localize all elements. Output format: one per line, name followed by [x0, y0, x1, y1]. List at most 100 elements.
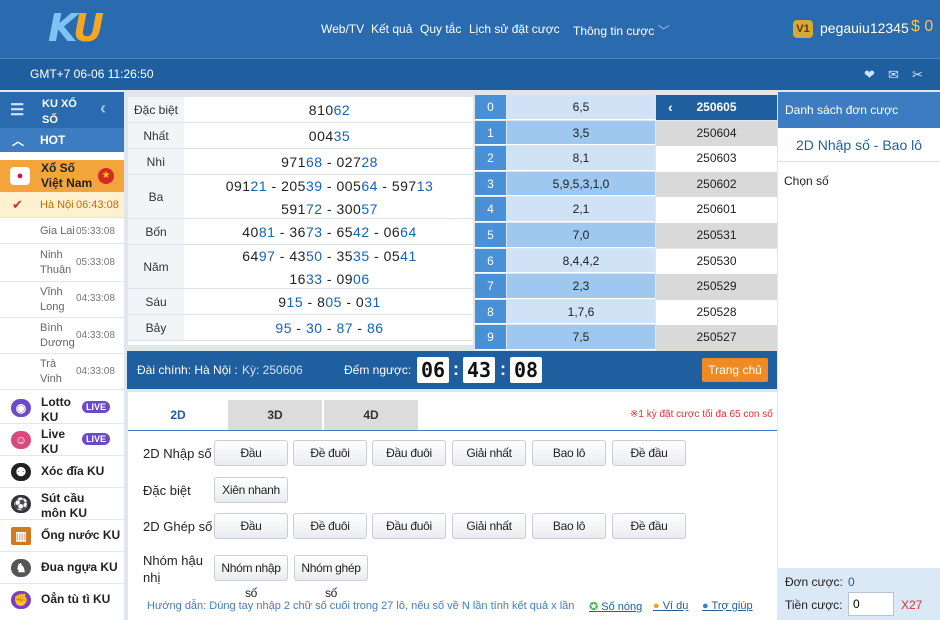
results-table: Đặc biệt 81062 Nhất 00435 Nhì 97168 - 02728 Ba… [128, 97, 473, 345]
game-xoc-dia[interactable]: ⚉ Xóc đĩa KU [0, 456, 124, 488]
home-button[interactable]: Trang chủ [702, 358, 768, 382]
r1_btns-button-0[interactable]: Đầu [214, 440, 288, 466]
favorite-icon[interactable]: ❤ [864, 67, 875, 83]
period-row-5[interactable]: 250531 [656, 223, 777, 249]
game-dua-ngua[interactable]: ♞ Đua ngựa KU [0, 552, 124, 584]
region-ha-noi[interactable]: ✔ Hà Nội 06:43:08 [0, 192, 124, 218]
prize-label: Ba [128, 175, 184, 218]
period-row-7[interactable]: 250529 [656, 274, 777, 300]
ku-logo[interactable]: KU [48, 6, 104, 50]
period-row-3[interactable]: 250602 [656, 171, 777, 198]
bet-slip-header: Danh sách đơn cược [778, 92, 940, 128]
digit-row-8: 8 1,7,6 [475, 299, 655, 325]
help-link[interactable]: ● Trợ giúp [702, 600, 753, 612]
tab-3d[interactable]: 3D [228, 400, 322, 430]
result-row-5: Năm 6497 - 4350 - 3535 - 0541 1633 - 0906 [128, 245, 473, 289]
r1_btns-button-2[interactable]: Đầu đuôi [372, 440, 446, 466]
menu-icon[interactable]: ☰ [10, 100, 24, 120]
nav-ket-qua[interactable]: Kết quả [371, 22, 412, 36]
hot-label: HOT [40, 133, 66, 147]
r1_btns-button-3[interactable]: Giải nhất [452, 440, 526, 466]
nav-lich-su[interactable]: Lịch sử đặt cược [469, 22, 560, 36]
number-head: 65 [336, 224, 354, 240]
hot-section[interactable]: ︿ HOT [0, 128, 124, 152]
tools-icon[interactable]: ✂ [912, 67, 923, 83]
r2_btns-button-0[interactable]: Xiên nhanh [214, 477, 288, 503]
nav-quy-tac[interactable]: Quy tắc [420, 22, 461, 36]
row-label-nhom-hau-nhi: Nhóm hậu nhị [143, 553, 203, 585]
region-tra-vinh[interactable]: Trà Vinh 04:33:08 [0, 354, 124, 390]
period-row-8[interactable]: 250528 [656, 299, 777, 326]
collapse-icon[interactable]: ‹ [100, 98, 106, 119]
r3_btns-button-3[interactable]: Giải nhất [452, 513, 526, 539]
number-head: 16 [289, 271, 306, 287]
bet-amount-input[interactable] [848, 592, 894, 616]
period-row-2[interactable]: 250603 [656, 146, 777, 172]
tab-4d[interactable]: 4D [324, 400, 418, 430]
number-head: 300 [336, 201, 362, 217]
region-name: Vĩnh Long [40, 286, 65, 313]
r1_btns-button-4[interactable]: Bao lô [532, 440, 606, 466]
tab-2d[interactable]: 2D [131, 400, 225, 430]
game-oan-tu-ti[interactable]: ✊ Oẳn tù tì KU [0, 584, 124, 616]
number-tail: 95 [275, 320, 292, 336]
game-live-ku[interactable]: ☺ Live KU LIVE [0, 424, 124, 456]
number-tail: 86 [367, 320, 384, 336]
game-label: Đua ngựa KU [41, 560, 118, 574]
result-row-1: Nhất 00435 [128, 123, 473, 149]
number-tail: 73 [305, 224, 323, 240]
digit-number: 2 [475, 146, 506, 170]
r3_btns-button-1[interactable]: Đề đuôi [293, 513, 367, 539]
digit-values: 2,1 [507, 197, 655, 221]
colon: : [500, 359, 506, 379]
username[interactable]: pegauiu12345 [820, 20, 909, 36]
digit-row-5: 5 7,0 [475, 223, 655, 248]
pick-numbers-label: Chọn số [784, 174, 829, 188]
prize-label: Bảy [128, 315, 184, 340]
region-ninh-thuan[interactable]: Ninh Thuận 05:33:08 [0, 244, 124, 282]
game-lotto-ku[interactable]: ◉ Lotto KU LIVE [0, 392, 124, 424]
r1_btns-button-5[interactable]: Đề đầu [612, 440, 686, 466]
period-row-6[interactable]: 250530 [656, 248, 777, 274]
chevron-left-icon[interactable]: ‹ [668, 95, 673, 120]
bet-limit-note: ※1 kỳ đặt cược tối đa 65 con số [630, 409, 773, 420]
game-sut-cau-mon[interactable]: ⚽ Sút cầu môn KU [0, 488, 124, 520]
r1_btns-button-1[interactable]: Đề đuôi [293, 440, 367, 466]
period-row-4[interactable]: 250601 [656, 197, 777, 223]
number-head: 40 [242, 224, 259, 240]
example-link[interactable]: ● Ví dụ [653, 600, 688, 612]
hot-numbers-link[interactable]: ✪ Số nóng [589, 600, 642, 613]
r4_btns-button-1[interactable]: Nhóm ghép số [294, 555, 368, 600]
number-tail: 81 [258, 224, 276, 240]
soccer-ball-icon: ⚽ [11, 495, 31, 513]
prize-label: Nhì [128, 149, 184, 174]
r3_btns-button-0[interactable]: Đầu [214, 513, 288, 539]
nav-thong-tin[interactable]: Thông tin cược ﹀ [573, 22, 670, 39]
number-head: 591 [281, 201, 306, 217]
nav-web-tv[interactable]: Web/TV [321, 22, 364, 36]
number-head: 05 [383, 248, 401, 264]
number-tail: 50 [305, 248, 323, 264]
category-xo-so-viet-nam[interactable]: ● Xổ Số Việt Nam ★ [0, 160, 124, 192]
game-ong-nuoc[interactable]: ▥ Ống nước KU [0, 520, 124, 552]
number-head: 09 [336, 271, 354, 287]
r3_btns-button-4[interactable]: Bao lô [532, 513, 606, 539]
r3_btns-button-2[interactable]: Đầu đuôi [372, 513, 446, 539]
region-time: 04:33:08 [76, 330, 115, 341]
r4_btns-button-0[interactable]: Nhóm nhập số [214, 555, 288, 600]
horse-icon: ♞ [11, 559, 31, 577]
region-binh-duong[interactable]: Bình Dương 04:33:08 [0, 318, 124, 354]
don-cuoc-value: 0 [848, 575, 855, 589]
period-row-1[interactable]: 250604 [656, 120, 777, 146]
number-head: 43 [289, 248, 306, 264]
number-tail: 13 [416, 178, 434, 194]
period-row-9[interactable]: 250527 [656, 325, 777, 351]
r3_btns-button-5[interactable]: Đề đầu [612, 513, 686, 539]
digit-row-6: 6 8,4,4,2 [475, 248, 655, 274]
region-gia-lai[interactable]: Gia Lai 05:33:08 [0, 218, 124, 244]
region-vinh-long[interactable]: Vĩnh Long 04:33:08 [0, 282, 124, 318]
period-row-0[interactable]: ‹ 250605 [656, 95, 777, 121]
digit-values: 8,4,4,2 [507, 248, 655, 273]
game-label: Xóc đĩa KU [41, 464, 105, 478]
mail-icon[interactable]: ✉ [888, 67, 899, 83]
